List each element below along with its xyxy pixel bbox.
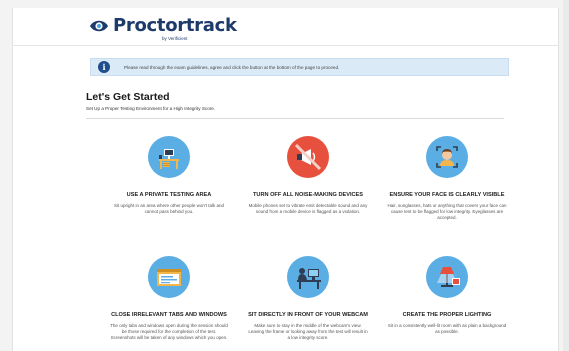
divider	[86, 118, 504, 119]
card-desc: Make sure to stay in the middle of the w…	[248, 322, 368, 340]
card-title: TURN OFF ALL NOISE-MAKING DEVICES	[252, 192, 363, 198]
proctortrack-logo-icon	[90, 20, 108, 32]
card-title: USE A PRIVATE TESTING AREA	[126, 192, 212, 198]
brand-sub: by Verificient	[162, 36, 188, 41]
info-icon: i	[98, 61, 110, 73]
page-subtitle: Set Up a Proper Testing Environment for …	[86, 106, 216, 111]
guideline-card-webcam: SIT DIRECTLY IN FRONT OF YOUR WEBCAM Mak…	[244, 256, 372, 341]
guideline-card-close-tabs: CLOSE IRRELEVANT TABS AND WINDOWS The on…	[105, 256, 233, 341]
face-scan-icon	[426, 136, 468, 178]
browser-window-icon	[148, 256, 190, 298]
notice-text: Please read through the exam guidelines,…	[124, 64, 340, 70]
card-title: ENSURE YOUR FACE IS CLEARLY VISIBLE	[389, 192, 505, 198]
desk-icon	[148, 136, 190, 178]
card-title: CREATE THE PROPER LIGHTING	[402, 312, 492, 318]
card-desc: Hair, sunglasses, hats or anything that …	[387, 202, 507, 220]
person-at-computer-icon	[287, 256, 329, 298]
page-title: Let's Get Started	[86, 91, 170, 103]
card-desc: Sit in a consistently well-lit room with…	[387, 322, 507, 334]
guideline-card-noise-devices: TURN OFF ALL NOISE-MAKING DEVICES Mobile…	[244, 136, 372, 215]
card-desc: Mobile phones set to vibrate emit detect…	[248, 202, 368, 214]
brand-logo[interactable]: Proctortrack	[89, 16, 237, 36]
notice-banner: i Please read through the exam guideline…	[90, 58, 509, 76]
guideline-card-private-area: USE A PRIVATE TESTING AREA Sit upright i…	[105, 136, 233, 215]
brand-name: Proctortrack	[113, 15, 237, 36]
guideline-card-face-visible: ENSURE YOUR FACE IS CLEARLY VISIBLE Hair…	[383, 136, 511, 221]
card-desc: Sit upright in an area where other peopl…	[114, 202, 224, 214]
no-megaphone-icon	[287, 136, 329, 178]
card-title: CLOSE IRRELEVANT TABS AND WINDOWS	[111, 312, 227, 318]
guideline-card-lighting: CREATE THE PROPER LIGHTING Sit in a cons…	[383, 256, 511, 335]
header: Proctortrack by Verificient	[13, 8, 558, 46]
lamp-icon	[426, 256, 468, 298]
page-scrollbar[interactable]	[563, 0, 569, 351]
card-title: SIT DIRECTLY IN FRONT OF YOUR WEBCAM	[248, 312, 368, 318]
card-desc: The only tabs and windows open during th…	[110, 322, 228, 340]
page: Proctortrack by Verificient i Please rea…	[12, 8, 559, 351]
